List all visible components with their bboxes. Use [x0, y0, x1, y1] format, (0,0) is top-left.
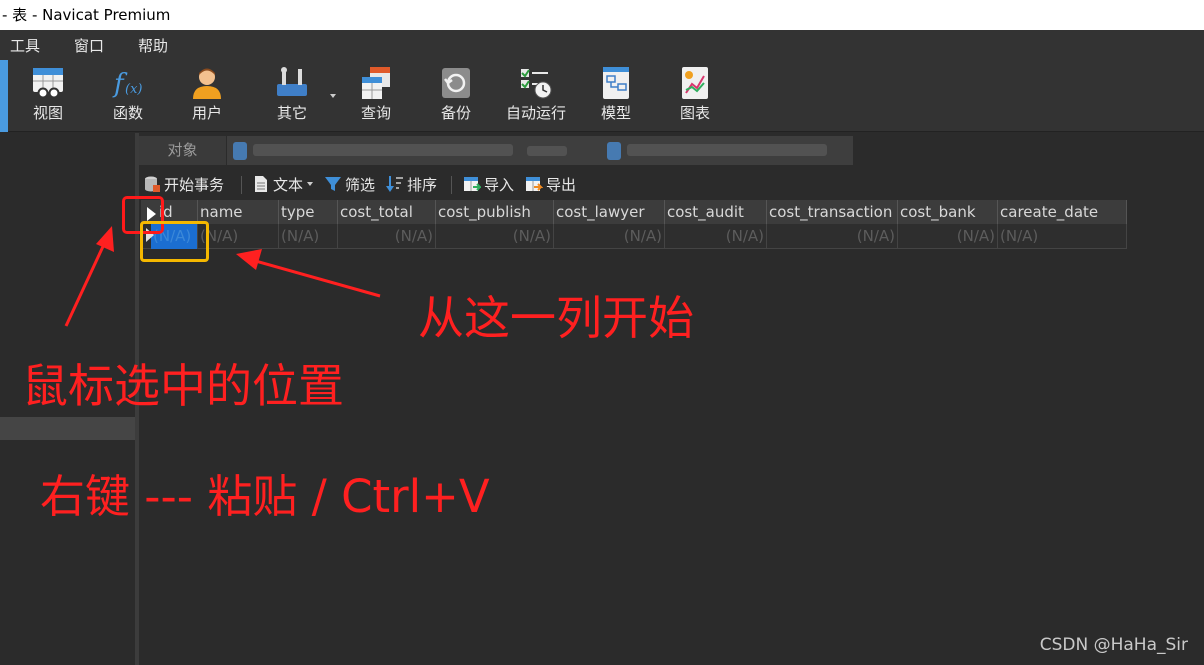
toolbar-function-label: 函数	[112, 104, 143, 122]
column-header-name[interactable]: name	[198, 200, 279, 224]
table-row[interactable]: (N/A) (N/A) (N/A) (N/A) (N/A) (N/A) (N/A…	[141, 224, 1127, 249]
redacted-tab-title	[627, 144, 827, 156]
tab-bar: 对象	[139, 133, 1204, 165]
toolbar-chart-button[interactable]: 图表	[663, 66, 727, 122]
schedule-icon	[521, 69, 552, 99]
begin-transaction-label: 开始事务	[164, 175, 225, 194]
toolbar-other-label: 其它	[276, 104, 307, 122]
title-bar: - 表 - Navicat Premium	[0, 0, 1204, 30]
toolbar-divider	[451, 176, 452, 194]
column-header-cost-lawyer[interactable]: cost_lawyer	[554, 200, 665, 224]
chart-icon	[682, 67, 708, 99]
paste-hint-annotation: 右键 --- 粘贴 / Ctrl+V	[40, 470, 490, 523]
menu-window[interactable]: 窗口	[74, 35, 104, 56]
toolbar-function-button[interactable]: f (x) 函数	[96, 66, 160, 122]
sort-icon	[386, 176, 403, 192]
cell-careate-date[interactable]: (N/A)	[998, 224, 1127, 249]
arrow-to-start-column	[236, 249, 381, 298]
cell-cost-publish[interactable]: (N/A)	[436, 224, 554, 249]
navicat-window: - 表 - Navicat Premium 工具 窗口 帮助 视图 f (x)	[0, 0, 1204, 665]
menu-tools[interactable]: 工具	[10, 35, 40, 56]
grid-header: id name type cost_total cost_publish cos…	[141, 200, 1127, 224]
filter-icon	[325, 177, 341, 191]
sidebar-selected-item[interactable]	[0, 417, 135, 440]
window-title: - 表 - Navicat Premium	[2, 6, 171, 24]
document-icon	[255, 176, 267, 192]
toolbar-accent	[0, 60, 8, 132]
toolbar-query-label: 查询	[360, 104, 391, 122]
toolbar-view-label: 视图	[32, 104, 63, 122]
watermark: CSDN @HaHa_Sir	[1039, 635, 1188, 655]
cell-cost-total[interactable]: (N/A)	[338, 224, 436, 249]
column-header-type[interactable]: type	[279, 200, 338, 224]
toolbar-schedule-label: 自动运行	[505, 104, 566, 122]
column-header-careate-date[interactable]: careate_date	[998, 200, 1127, 224]
svg-text:(x): (x)	[125, 82, 142, 97]
database-icon	[145, 176, 160, 192]
table-tab-icon	[607, 142, 621, 160]
column-header-cost-bank[interactable]: cost_bank	[898, 200, 998, 224]
chevron-down-icon	[307, 182, 314, 186]
menu-help[interactable]: 帮助	[138, 35, 168, 56]
cell-type[interactable]: (N/A)	[279, 224, 338, 249]
import-icon	[464, 177, 481, 191]
toolbar-backup-button[interactable]: 备份	[424, 66, 488, 122]
toolbar-model-button[interactable]: 模型	[584, 66, 648, 122]
cell-name[interactable]: (N/A)	[198, 224, 279, 249]
import-button[interactable]: 导入	[463, 174, 514, 194]
sort-button[interactable]: 排序	[386, 174, 437, 194]
toolbar-model-label: 模型	[600, 104, 631, 122]
main-toolbar: 视图 f (x) 函数 用户 其它 查询 备份 自动运行 模型 图表	[0, 60, 1204, 132]
model-icon	[603, 67, 629, 99]
toolbar-chart-label: 图表	[679, 104, 710, 122]
toolbar-user-label: 用户	[191, 104, 222, 122]
table-tab-icon	[233, 142, 247, 160]
object-toolbar: 开始事务 文本 筛选 排序 导入 导出	[139, 166, 1204, 200]
tab-objects[interactable]: 对象	[139, 136, 226, 165]
redacted-tab-title	[253, 144, 513, 156]
mouse-position-annotation: 鼠标选中的位置	[22, 359, 344, 413]
function-icon: f (x)	[112, 69, 142, 99]
export-button[interactable]: 导出	[525, 174, 576, 194]
toolbar-view-button[interactable]: 视图	[16, 66, 80, 122]
backup-icon	[442, 68, 470, 98]
start-column-highlight	[140, 221, 209, 262]
cell-cost-audit[interactable]: (N/A)	[665, 224, 767, 249]
cell-cost-lawyer[interactable]: (N/A)	[554, 224, 665, 249]
export-icon	[526, 177, 543, 191]
toolbar-schedule-button[interactable]: 自动运行	[502, 66, 570, 122]
toolbar-backup-label: 备份	[440, 104, 471, 122]
toolbar-other-button[interactable]: 其它	[260, 66, 324, 122]
tab-table-redacted[interactable]	[227, 136, 853, 165]
filter-label: 筛选	[345, 175, 376, 194]
begin-transaction-button[interactable]: 开始事务	[143, 174, 224, 194]
toolbar-user-button[interactable]: 用户	[175, 66, 239, 122]
cell-cost-bank[interactable]: (N/A)	[898, 224, 998, 249]
filter-button[interactable]: 筛选	[324, 174, 375, 194]
column-header-cost-transaction[interactable]: cost_transaction	[767, 200, 898, 224]
cell-cost-transaction[interactable]: (N/A)	[767, 224, 898, 249]
text-label: 文本	[273, 175, 304, 194]
other-dropdown-caret-icon[interactable]	[330, 94, 336, 98]
toolbar-query-button[interactable]: 查询	[344, 66, 408, 122]
toolbar-divider	[241, 176, 242, 194]
start-column-annotation: 从这一列开始	[418, 291, 694, 345]
tools-icon	[277, 67, 307, 96]
query-icon	[362, 67, 390, 99]
view-icon	[33, 68, 63, 99]
column-header-cost-audit[interactable]: cost_audit	[665, 200, 767, 224]
redacted-tab-title	[527, 146, 567, 156]
sort-label: 排序	[407, 175, 438, 194]
column-header-cost-publish[interactable]: cost_publish	[436, 200, 554, 224]
column-header-cost-total[interactable]: cost_total	[338, 200, 436, 224]
export-label: 导出	[546, 175, 577, 194]
user-icon	[193, 68, 221, 99]
import-label: 导入	[484, 175, 515, 194]
menu-bar: 工具 窗口 帮助	[0, 30, 1204, 60]
text-button[interactable]: 文本	[252, 174, 314, 194]
